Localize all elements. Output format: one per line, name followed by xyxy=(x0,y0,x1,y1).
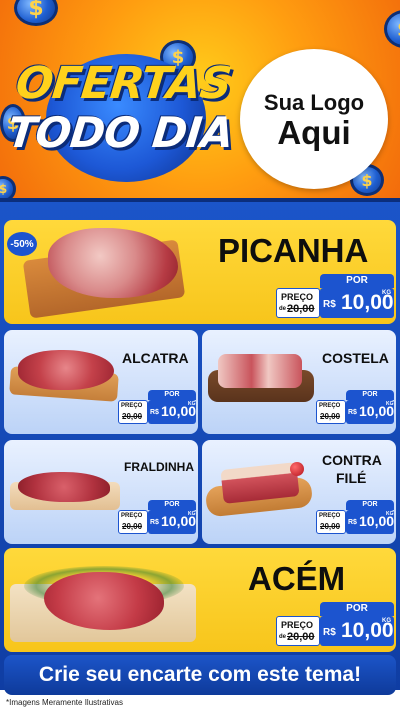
header-banner: $ $ $ $ $ $ OFERTAS TODO DIA Sua Logo Aq… xyxy=(0,0,400,205)
old-price-box: PREÇO 20,00 xyxy=(316,400,346,424)
preco-label: PREÇO xyxy=(319,513,341,519)
por-label: POR xyxy=(346,390,394,400)
product-name: ALCATRA xyxy=(122,350,189,366)
product-card-fraldinha[interactable]: FRALDINHA POR PREÇO 20,00 R$ 10,00 KG xyxy=(4,440,198,544)
coin-icon: $ xyxy=(14,0,58,26)
product-card-alcatra[interactable]: ALCATRA POR PREÇO 20,00 R$ 10,00 KG xyxy=(4,330,198,434)
price-tag: POR PREÇO 20,00 R$ 10,00 KG xyxy=(118,500,196,536)
new-price-box: R$ 10,00 KG xyxy=(320,288,394,318)
currency-label: R$ xyxy=(150,409,159,416)
new-price-box: R$ 10,00 KG xyxy=(320,616,394,646)
unit-label: KG xyxy=(382,618,391,624)
title-line-2: TODO DIA xyxy=(5,108,236,157)
logo-placeholder[interactable]: Sua Logo Aqui xyxy=(240,49,388,189)
product-name-line-2: FILÉ xyxy=(336,470,367,486)
preco-label: PREÇO xyxy=(281,620,314,630)
coin-icon: $ xyxy=(384,10,400,48)
de-label: de xyxy=(279,306,287,312)
title-line-1: OFERTAS xyxy=(13,58,234,109)
product-name: FRALDINHA xyxy=(124,460,194,474)
currency-label: R$ xyxy=(348,409,357,416)
new-price-box: R$ 10,00 KG xyxy=(148,400,196,424)
old-price: 20,00 xyxy=(320,412,341,421)
por-label: POR xyxy=(148,500,196,510)
new-price-box: R$ 10,00 KG xyxy=(346,400,394,424)
logo-text-line-1: Sua Logo xyxy=(263,89,365,115)
meat-image xyxy=(18,350,114,390)
price-tag: POR PREÇO de 20,00 R$ 10,00 KG xyxy=(276,274,394,320)
create-flyer-button[interactable]: Crie seu encarte com este tema! xyxy=(4,655,396,695)
disclaimer-text: *Imagens Meramente Ilustrativas xyxy=(6,698,123,707)
preco-label: PREÇO xyxy=(281,292,314,302)
por-label: POR xyxy=(320,274,394,288)
price-tag: POR PREÇO 20,00 R$ 10,00 KG xyxy=(316,390,394,426)
currency-label: R$ xyxy=(150,519,159,526)
currency-label: R$ xyxy=(323,299,336,310)
old-price-box: PREÇO 20,00 xyxy=(316,510,346,534)
old-price-box: PREÇO 20,00 xyxy=(118,510,148,534)
old-price: 20,00 xyxy=(320,522,341,531)
product-name: ACÉM xyxy=(248,560,346,597)
old-price: 20,00 xyxy=(122,412,143,421)
product-name-line-1: CONTRA xyxy=(322,452,382,468)
unit-label: KG xyxy=(188,511,196,517)
price-tag: POR PREÇO 20,00 R$ 10,00 KG xyxy=(118,390,196,426)
preco-label: PREÇO xyxy=(121,403,143,409)
por-label: POR xyxy=(320,602,394,616)
old-price-box: PREÇO 20,00 xyxy=(118,400,148,424)
meat-image xyxy=(48,228,178,298)
tomato-image xyxy=(290,462,304,476)
product-card-costela[interactable]: COSTELA POR PREÇO 20,00 R$ 10,00 KG xyxy=(202,330,396,434)
product-card-acem[interactable]: ACÉM POR PREÇO de 20,00 R$ 10,00 KG xyxy=(4,548,396,652)
price-tag: POR PREÇO de 20,00 R$ 10,00 KG xyxy=(276,602,394,648)
meat-image xyxy=(218,354,302,388)
old-price: 20,00 xyxy=(122,522,143,531)
new-price-box: R$ 10,00 KG xyxy=(148,510,196,534)
unit-label: KG xyxy=(386,401,394,407)
old-price: 20,00 xyxy=(287,631,315,643)
unit-label: KG xyxy=(382,290,391,296)
product-name: COSTELA xyxy=(322,350,389,366)
unit-label: KG xyxy=(188,401,196,407)
por-label: POR xyxy=(346,500,394,510)
por-label: POR xyxy=(148,390,196,400)
preco-label: PREÇO xyxy=(121,513,143,519)
logo-text-line-2: Aqui xyxy=(277,113,351,151)
price-tag: POR PREÇO 20,00 R$ 10,00 KG xyxy=(316,500,394,536)
discount-badge: -50% xyxy=(7,232,37,256)
de-label: de xyxy=(279,634,287,640)
preco-label: PREÇO xyxy=(319,403,341,409)
currency-label: R$ xyxy=(323,627,336,638)
old-price: 20,00 xyxy=(287,303,315,315)
product-card-contra-file[interactable]: CONTRA FILÉ POR PREÇO 20,00 R$ 10,00 KG xyxy=(202,440,396,544)
promo-title: OFERTAS TODO DIA xyxy=(5,52,235,182)
old-price-box: PREÇO de 20,00 xyxy=(276,616,320,646)
unit-label: KG xyxy=(386,511,394,517)
new-price-box: R$ 10,00 KG xyxy=(346,510,394,534)
old-price-box: PREÇO de 20,00 xyxy=(276,288,320,318)
product-card-picanha[interactable]: PICANHA POR PREÇO de 20,00 R$ 10,00 KG xyxy=(4,220,396,324)
product-name: PICANHA xyxy=(218,232,369,269)
currency-label: R$ xyxy=(348,519,357,526)
meat-image xyxy=(18,472,110,502)
